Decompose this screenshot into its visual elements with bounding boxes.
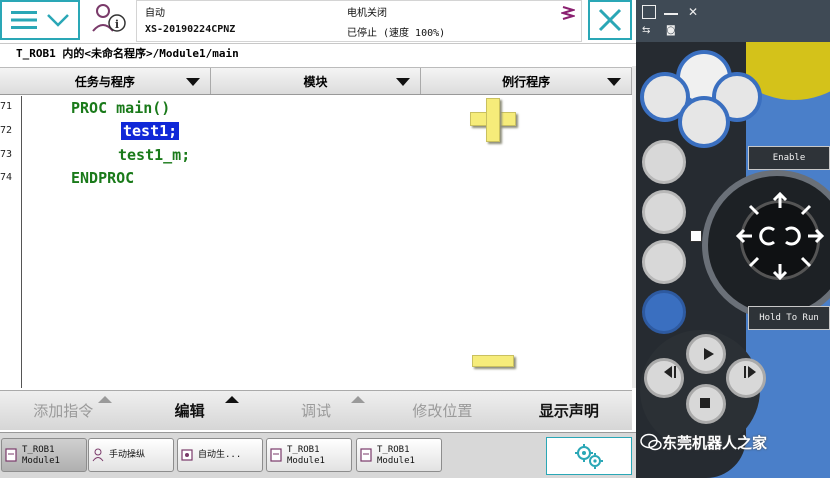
preset-key-4[interactable]	[678, 96, 730, 148]
tab-label: 任务与程序	[74, 74, 135, 89]
line-number: 73	[0, 149, 13, 160]
button-label: 显示声明	[538, 402, 599, 420]
breadcrumb: T_ROB1 内的<未命名程序>/Module1/main	[0, 44, 636, 66]
tab-modules[interactable]: 模块	[211, 68, 422, 94]
debug-button[interactable]: 调试	[253, 391, 379, 430]
editor-tabs: 任务与程序 模块 例行程序	[0, 67, 633, 95]
task-line1: 自动生...	[198, 450, 242, 460]
taskbar-item-auto-production[interactable]: 自动生...	[177, 438, 263, 472]
swap-icon[interactable]: ⇆	[642, 25, 656, 39]
task-line2: Module1	[287, 456, 325, 466]
edit-button[interactable]: 编辑	[126, 391, 252, 430]
hold-to-run-label: Hold To Run	[748, 306, 830, 330]
camera-icon[interactable]: ◙	[666, 25, 680, 39]
increment-key[interactable]	[642, 290, 686, 334]
zoom-out-icon[interactable]	[472, 355, 514, 367]
taskbar-item-jogging[interactable]: 手动操纵	[88, 438, 174, 472]
code-line[interactable]: test1_m;	[118, 146, 190, 164]
flexpendant-hardware: ✕ ⇆ ◙ Enable Hold To Run	[636, 0, 830, 478]
selected-code-line[interactable]: test1;	[121, 122, 180, 140]
operator-info-icon: i	[92, 4, 126, 32]
tab-tasks-and-programs[interactable]: 任务与程序	[0, 68, 211, 94]
speed-icon	[561, 6, 575, 20]
toggle-increment-key[interactable]	[642, 240, 686, 284]
taskbar: T_ROB1 Module1 手动操纵 自动生... T_ROB1 Module1 …	[0, 432, 636, 478]
task-line2: Module1	[22, 456, 60, 466]
menu-up-arrow-icon	[351, 396, 366, 403]
toggle-motion-mode-key[interactable]	[642, 190, 686, 234]
event-log-button[interactable]: i	[84, 0, 134, 40]
program-editor-icon	[5, 448, 17, 462]
button-label: 修改位置	[412, 402, 473, 420]
joystick-arrows-icon	[735, 191, 825, 281]
status-panel: 自动 XS-20190224CPNZ 电机关闭 已停止 (速度 100%)	[136, 0, 582, 42]
dropdown-arrow-icon	[185, 78, 200, 86]
menu-up-arrow-icon	[98, 396, 113, 403]
restore-icon[interactable]	[642, 5, 656, 19]
close-window-icon[interactable]: ✕	[686, 5, 700, 19]
tab-label: 例行程序	[502, 74, 551, 89]
operating-mode: 自动	[145, 8, 165, 19]
usb-port-icon	[690, 230, 702, 242]
program-editor-icon	[270, 448, 282, 462]
minimize-icon[interactable]	[664, 5, 678, 15]
task-line1: T_ROB1	[22, 445, 55, 455]
editor-toolbar: 添加指令 编辑 调试 修改位置 显示声明	[0, 390, 632, 430]
enable-label: Enable	[748, 146, 830, 170]
program-editor-icon	[360, 448, 372, 462]
taskbar-item-program-editor[interactable]: T_ROB1 Module1	[1, 438, 87, 472]
run-status: 已停止 (速度 100%)	[347, 28, 446, 39]
line-number-gutter: 71 72 73 74	[0, 96, 22, 388]
button-label: 调试	[301, 402, 332, 420]
task-line1: 手动操纵	[109, 450, 146, 460]
gears-icon	[575, 444, 603, 469]
line-number: 72	[0, 125, 13, 136]
tab-label: 模块	[303, 74, 328, 89]
code-editor[interactable]: PROC main() test1; test1_m; ENDPROC	[23, 96, 632, 388]
line-number: 74	[0, 172, 13, 183]
button-label: 添加指令	[33, 402, 94, 420]
motor-status: 电机关闭	[347, 8, 387, 19]
auto-production-icon	[181, 449, 193, 461]
dropdown-arrow-icon	[607, 78, 622, 86]
window-controls: ✕ ⇆ ◙	[636, 0, 830, 42]
show-declarations-button[interactable]: 显示声明	[506, 391, 632, 430]
close-button[interactable]	[588, 0, 632, 40]
tab-routines[interactable]: 例行程序	[421, 68, 633, 94]
select-mechanical-unit-key[interactable]	[642, 140, 686, 184]
jogging-icon	[92, 448, 104, 462]
run-key-glyphs-icon	[664, 348, 756, 408]
taskbar-item-program-editor-2[interactable]: T_ROB1 Module1	[266, 438, 352, 472]
task-line1: T_ROB1	[377, 445, 410, 455]
add-instruction-button[interactable]: 添加指令	[0, 391, 126, 430]
quickset-button[interactable]	[546, 437, 632, 475]
line-number: 71	[0, 101, 13, 112]
code-line[interactable]: ENDPROC	[71, 169, 134, 187]
controller-name: XS-20190224CPNZ	[145, 24, 236, 35]
svg-text:i: i	[115, 18, 119, 31]
menu-up-arrow-icon	[224, 396, 239, 403]
watermark: 东莞机器人之家	[662, 433, 768, 452]
dropdown-arrow-icon	[396, 78, 411, 86]
zoom-in-icon-vertical[interactable]	[486, 98, 500, 142]
taskbar-item-program-editor-3[interactable]: T_ROB1 Module1	[356, 438, 442, 472]
flexpendant-screen: i 自动 XS-20190224CPNZ 电机关闭 已停止 (速度 100%) …	[0, 0, 636, 478]
task-line1: T_ROB1	[287, 445, 320, 455]
task-line2: Module1	[377, 456, 415, 466]
code-line[interactable]: PROC main()	[71, 99, 170, 117]
hamburger-icon	[11, 11, 37, 29]
close-icon	[598, 8, 622, 32]
chevron-down-icon	[47, 14, 69, 27]
button-label: 编辑	[174, 402, 205, 420]
main-menu-button[interactable]	[0, 0, 80, 40]
wechat-icon	[640, 433, 662, 451]
modify-position-button[interactable]: 修改位置	[379, 391, 505, 430]
